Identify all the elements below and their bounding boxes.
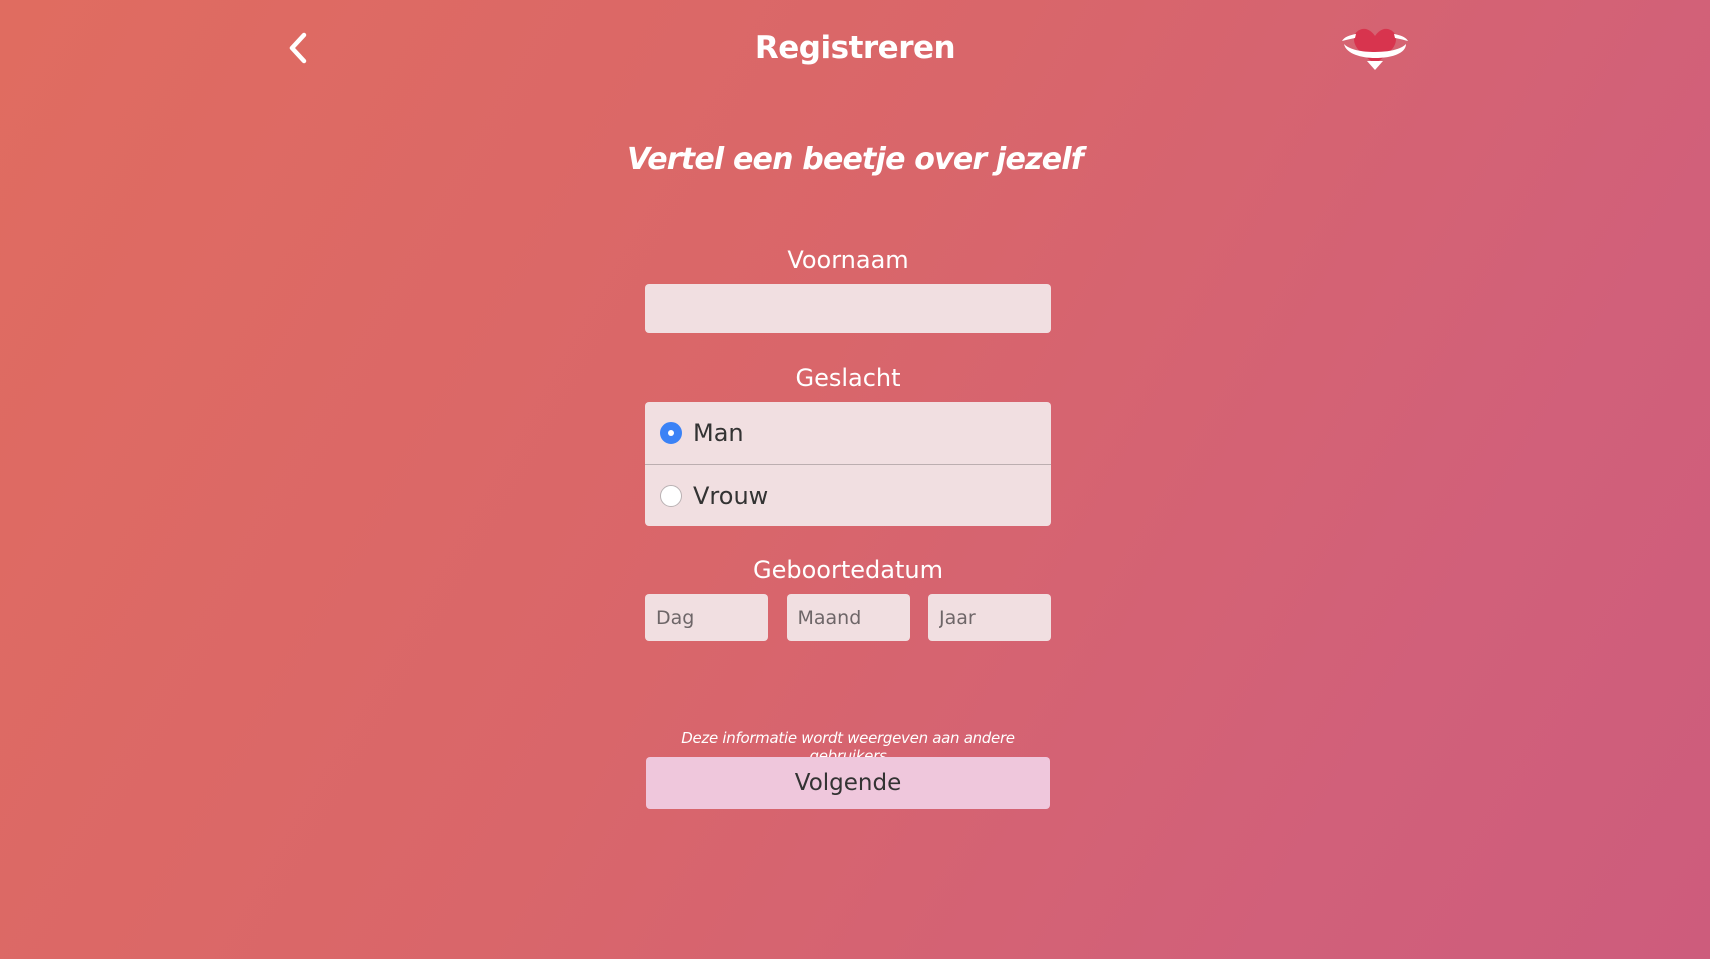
page-subtitle: Vertel een beetje over jezelf	[627, 142, 1084, 177]
voornaam-input[interactable]	[645, 284, 1051, 333]
geslacht-group: Geslacht Man Vrouw	[645, 364, 1051, 526]
geslacht-label: Geslacht	[795, 364, 901, 392]
dag-input[interactable]	[645, 594, 768, 641]
radio-option-vrouw[interactable]: Vrouw	[645, 464, 1051, 526]
geboortedatum-label: Geboortedatum	[753, 556, 943, 584]
radio-label-man: Man	[693, 419, 744, 447]
radio-button-man[interactable]	[660, 422, 682, 444]
next-button[interactable]: Volgende	[646, 757, 1050, 809]
radio-button-vrouw[interactable]	[660, 484, 682, 507]
geslacht-radio-group: Man Vrouw	[645, 402, 1051, 526]
heart-logo-icon	[1340, 24, 1410, 74]
registration-form: Voornaam Geslacht Man Vrouw Geboortedatu…	[645, 246, 1051, 641]
voornaam-label: Voornaam	[787, 246, 909, 274]
maand-input[interactable]	[786, 594, 910, 641]
geboortedatum-group: Geboortedatum	[645, 556, 1051, 641]
page-title: Registreren	[754, 30, 956, 66]
date-fields	[645, 594, 1051, 641]
radio-option-man[interactable]: Man	[645, 402, 1051, 464]
voornaam-group: Voornaam	[645, 246, 1051, 336]
radio-label-vrouw: Vrouw	[693, 481, 769, 510]
jaar-input[interactable]	[928, 594, 1051, 641]
